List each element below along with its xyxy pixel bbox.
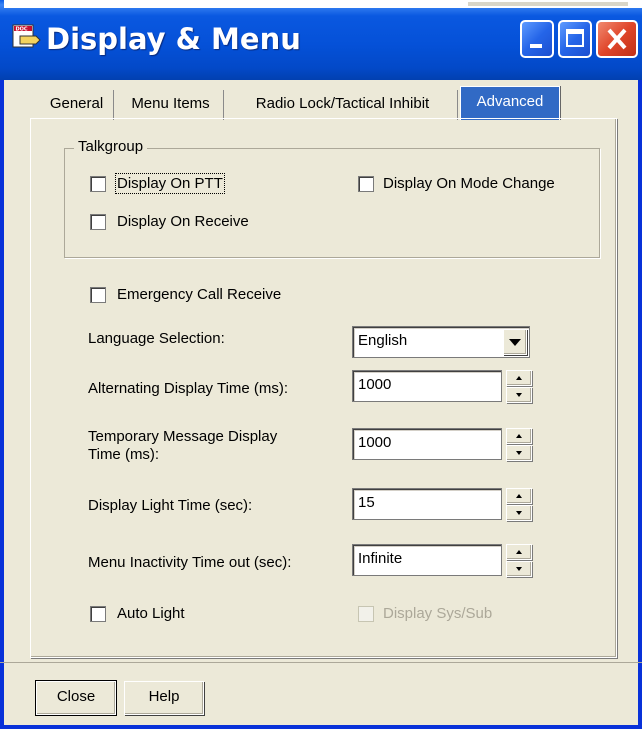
display-on-ptt-checkbox[interactable] [90, 176, 106, 192]
spin-down-button[interactable] [506, 561, 532, 577]
maximize-icon [566, 29, 584, 47]
spin-up-button[interactable] [506, 488, 532, 504]
spin-up-button[interactable] [506, 428, 532, 444]
display-on-mode-change-checkbox[interactable] [358, 176, 374, 192]
display-on-ptt-label[interactable]: Display On PTT [115, 173, 225, 194]
talkgroup-groupbox [64, 148, 600, 258]
arrow-up-icon [516, 494, 522, 498]
auto-light-label[interactable]: Auto Light [117, 605, 185, 622]
tab-advanced[interactable]: Advanced [460, 86, 560, 120]
temporary-message-display-time-label-line1: Temporary Message Display [88, 428, 278, 445]
display-on-mode-change-label[interactable]: Display On Mode Change [383, 175, 555, 192]
tab-radio-lock-tactical-inhibit[interactable]: Radio Lock/Tactical Inhibit [228, 90, 458, 120]
display-light-time-input[interactable]: 15 [352, 488, 502, 520]
minimize-icon [530, 44, 542, 48]
footer-divider [0, 662, 642, 669]
alternating-display-time-label: Alternating Display Time (ms): [88, 380, 289, 397]
doc-window-icon: DOC [12, 24, 41, 48]
minimize-button[interactable] [520, 20, 554, 58]
spin-down-button[interactable] [506, 445, 532, 461]
spin-up-button[interactable] [506, 370, 532, 386]
display-light-time-spinner[interactable] [506, 488, 532, 522]
display-on-receive-label[interactable]: Display On Receive [117, 213, 249, 230]
arrow-down-icon [516, 451, 522, 455]
language-selection-dropdown[interactable]: English [352, 326, 530, 358]
display-sys-sub-checkbox [358, 606, 374, 622]
tab-menu-items[interactable]: Menu Items [118, 90, 224, 120]
window-title: Display & Menu [46, 22, 301, 56]
arrow-down-icon [516, 511, 522, 515]
temporary-message-display-time-input[interactable]: 1000 [352, 428, 502, 460]
language-selection-value: English [358, 332, 408, 349]
language-selection-label: Language Selection: [88, 330, 225, 347]
temporary-message-display-time-label-line2: Time (ms): [88, 446, 160, 463]
spin-down-button[interactable] [506, 505, 532, 521]
chevron-down-icon [509, 339, 521, 346]
arrow-down-icon [516, 567, 522, 571]
emergency-call-receive-label[interactable]: Emergency Call Receive [117, 286, 281, 303]
spin-down-button[interactable] [506, 387, 532, 403]
close-window-button[interactable] [596, 20, 638, 58]
top-strip [4, 0, 642, 8]
display-sys-sub-label: Display Sys/Sub [383, 605, 493, 622]
menu-inactivity-timeout-input[interactable]: Infinite [352, 544, 502, 576]
display-light-time-label: Display Light Time (sec): [88, 497, 253, 514]
display-on-receive-checkbox[interactable] [90, 214, 106, 230]
alternating-display-time-input[interactable]: 1000 [352, 370, 502, 402]
temporary-message-display-time-spinner[interactable] [506, 428, 532, 462]
arrow-up-icon [516, 376, 522, 380]
close-button[interactable]: Close [35, 680, 117, 716]
auto-light-checkbox[interactable] [90, 606, 106, 622]
close-icon [607, 28, 627, 50]
talkgroup-legend: Talkgroup [74, 138, 148, 155]
help-button[interactable]: Help [124, 681, 204, 715]
title-bar[interactable]: DOC Display & Menu [0, 0, 642, 80]
emergency-call-receive-checkbox[interactable] [90, 287, 106, 303]
dropdown-button[interactable] [503, 329, 527, 355]
menu-inactivity-timeout-spinner[interactable] [506, 544, 532, 578]
arrow-up-icon [516, 550, 522, 554]
arrow-down-icon [516, 393, 522, 397]
menu-inactivity-timeout-label: Menu Inactivity Time out (sec): [88, 554, 292, 571]
alternating-display-time-spinner[interactable] [506, 370, 532, 404]
arrow-up-icon [516, 434, 522, 438]
maximize-button[interactable] [558, 20, 592, 58]
tab-general[interactable]: General [40, 90, 114, 120]
svg-text:DOC: DOC [16, 27, 28, 33]
spin-up-button[interactable] [506, 544, 532, 560]
